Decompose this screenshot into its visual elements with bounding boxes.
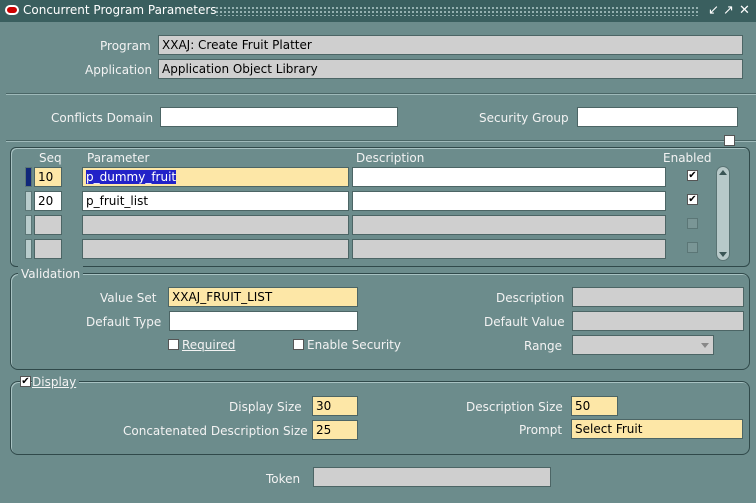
row-selector[interactable] xyxy=(25,191,32,211)
row-selector[interactable] xyxy=(25,215,32,235)
enable-security-checkbox[interactable] xyxy=(293,339,304,350)
scroll-up-icon[interactable] xyxy=(719,170,727,175)
parameter-field[interactable] xyxy=(82,215,349,235)
validation-description-field[interactable] xyxy=(572,287,744,307)
scroll-down-icon[interactable] xyxy=(719,252,727,257)
parameter-field[interactable]: p_dummy_fruit xyxy=(82,167,349,187)
program-field[interactable]: XXAJ: Create Fruit Platter xyxy=(158,35,743,55)
record-indicator-checkbox[interactable] xyxy=(724,135,735,146)
maximize-icon[interactable]: ↗ xyxy=(723,3,734,19)
seq-field[interactable] xyxy=(34,239,62,259)
token-label: Token xyxy=(266,472,301,486)
display-group xyxy=(10,381,750,455)
oracle-logo-icon xyxy=(5,5,19,15)
validation-group-label: Validation xyxy=(18,266,84,282)
enabled-checkbox[interactable]: ✔ xyxy=(687,194,698,205)
row-selector[interactable] xyxy=(25,239,32,259)
prompt-field[interactable]: Select Fruit xyxy=(571,419,743,439)
description-column-header: Description xyxy=(356,151,425,165)
value-set-label: Value Set xyxy=(100,291,157,305)
default-type-field[interactable] xyxy=(169,311,358,331)
display-size-field[interactable]: 30 xyxy=(312,396,358,416)
description-label: Description xyxy=(496,291,565,305)
minimize-icon[interactable]: ↙ xyxy=(708,3,719,19)
row-selector[interactable] xyxy=(25,167,32,187)
description-field[interactable] xyxy=(352,191,666,211)
table-scrollbar[interactable] xyxy=(716,166,730,261)
security-group-field[interactable] xyxy=(577,107,738,127)
description-field[interactable] xyxy=(352,215,666,235)
default-type-label: Default Type xyxy=(86,315,162,329)
enabled-column-header: Enabled xyxy=(663,151,712,165)
title-drag-grip[interactable] xyxy=(215,6,700,16)
display-checkbox[interactable]: ✔ xyxy=(20,376,31,387)
close-icon[interactable]: ✕ xyxy=(739,3,750,19)
description-field[interactable] xyxy=(352,167,666,187)
seq-column-header: Seq xyxy=(39,151,62,165)
description-size-label: Description Size xyxy=(466,400,563,414)
program-label: Program xyxy=(100,39,151,53)
required-checkbox[interactable] xyxy=(168,339,179,350)
required-label: Required xyxy=(182,338,236,352)
application-label: Application xyxy=(85,63,153,77)
seq-field[interactable] xyxy=(34,215,62,235)
divider xyxy=(6,93,756,95)
concatenated-description-size-label: Concatenated Description Size xyxy=(123,424,308,438)
range-select[interactable] xyxy=(572,335,714,355)
concurrent-program-parameters-window: Concurrent Program Parameters ↙ ↗ ✕ Prog… xyxy=(0,0,756,503)
title-bar[interactable]: Concurrent Program Parameters ↙ ↗ ✕ xyxy=(0,0,756,22)
divider xyxy=(6,140,756,142)
default-value-field[interactable] xyxy=(572,311,744,331)
conflicts-domain-field[interactable] xyxy=(160,107,398,127)
display-size-label: Display Size xyxy=(229,400,302,414)
parameter-field[interactable]: p_fruit_list xyxy=(82,191,349,211)
parameter-field-text: p_dummy_fruit xyxy=(86,170,177,184)
value-set-field[interactable]: XXAJ_FRUIT_LIST xyxy=(168,287,358,307)
chevron-down-icon[interactable] xyxy=(701,343,709,348)
token-field[interactable] xyxy=(313,467,551,487)
enabled-checkbox[interactable]: ✔ xyxy=(687,170,698,181)
seq-field[interactable]: 10 xyxy=(34,167,62,187)
conflicts-domain-label: Conflicts Domain xyxy=(51,111,154,125)
prompt-label: Prompt xyxy=(519,423,563,437)
application-field[interactable]: Application Object Library xyxy=(158,59,743,79)
security-group-label: Security Group xyxy=(479,111,569,125)
description-field[interactable] xyxy=(352,239,666,259)
enabled-checkbox[interactable] xyxy=(687,218,698,229)
default-value-label: Default Value xyxy=(484,315,565,329)
window-title: Concurrent Program Parameters xyxy=(23,3,217,17)
display-group-label: Display xyxy=(32,374,80,390)
enabled-checkbox[interactable] xyxy=(687,242,698,253)
range-label: Range xyxy=(524,339,563,353)
enable-security-label: Enable Security xyxy=(307,338,401,352)
description-size-field[interactable]: 50 xyxy=(571,396,618,416)
seq-field[interactable]: 20 xyxy=(34,191,62,211)
concatenated-description-size-field[interactable]: 25 xyxy=(312,420,358,440)
parameter-field[interactable] xyxy=(82,239,349,259)
parameter-column-header: Parameter xyxy=(87,151,150,165)
